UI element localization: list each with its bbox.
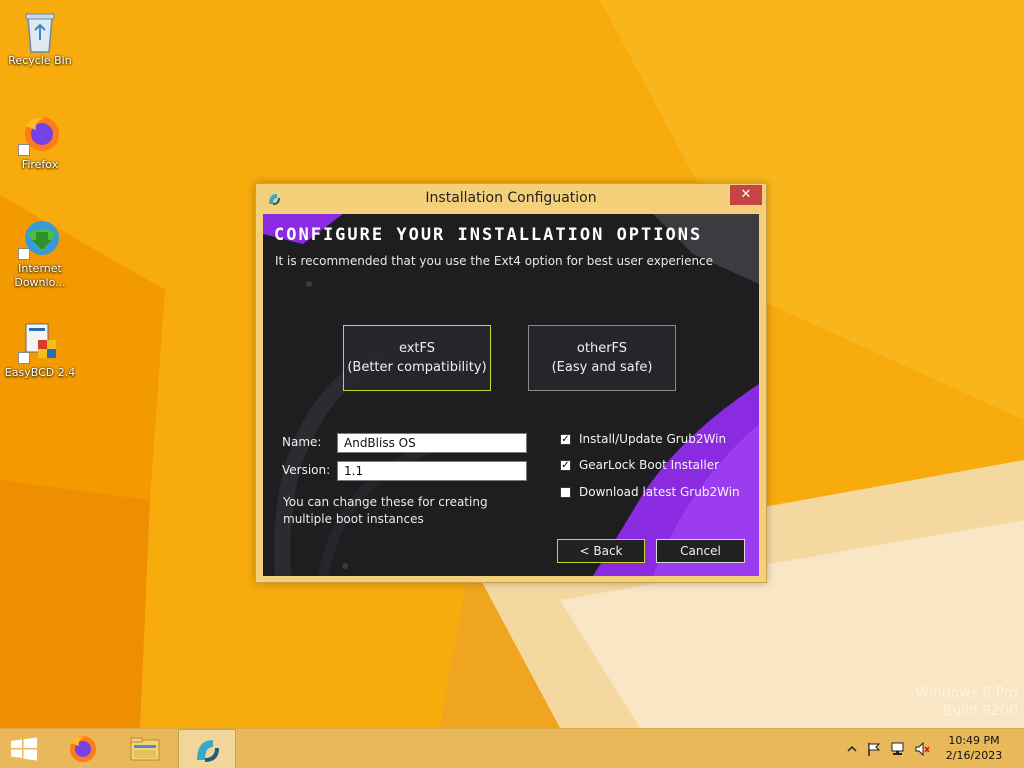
taskbar-installer-app[interactable] bbox=[178, 729, 236, 768]
desktop-icon-firefox[interactable]: Firefox bbox=[2, 112, 78, 172]
back-button[interactable]: < Back bbox=[557, 539, 645, 563]
checkbox-label: GearLock Boot Installer bbox=[579, 458, 720, 472]
name-field[interactable] bbox=[337, 433, 527, 453]
start-button[interactable] bbox=[0, 729, 48, 768]
cancel-button[interactable]: Cancel bbox=[656, 539, 745, 563]
internet-download-manager-icon bbox=[18, 216, 62, 260]
desktop-icon-label: Recycle Bin bbox=[8, 54, 72, 67]
install-grub2win-checkbox[interactable]: ✓ bbox=[560, 434, 571, 445]
dialog-title: Installation Configuation bbox=[425, 190, 597, 206]
clock[interactable]: 10:49 PM 2/16/2023 bbox=[942, 733, 1006, 763]
dialog-titlebar[interactable]: Installation Configuation ✕ bbox=[256, 184, 766, 213]
firefox-icon bbox=[70, 736, 96, 762]
desktop: Recycle Bin Firefox Internet Downlo... E… bbox=[0, 0, 1024, 768]
clock-time: 10:49 PM bbox=[948, 734, 1000, 747]
dialog-content: CONFIGURE YOUR INSTALLATION OPTIONS It i… bbox=[263, 214, 759, 576]
desktop-icon-label: Firefox bbox=[21, 158, 59, 171]
shortcut-arrow-icon bbox=[18, 352, 30, 364]
recycle-bin-icon bbox=[18, 8, 62, 53]
windows-logo-icon bbox=[11, 737, 37, 761]
easybcd-icon bbox=[18, 320, 62, 364]
shortcut-arrow-icon bbox=[18, 144, 30, 156]
version-label: Version: bbox=[282, 463, 331, 477]
shortcut-arrow-icon bbox=[18, 248, 30, 260]
close-button[interactable]: ✕ bbox=[730, 185, 762, 205]
hint-text: You can change these for creating multip… bbox=[283, 495, 488, 526]
desktop-icon-label: Internet Downlo... bbox=[14, 262, 66, 289]
desktop-icon-easybcd[interactable]: EasyBCD 2.4 bbox=[2, 320, 78, 380]
action-center-flag-icon[interactable] bbox=[866, 742, 882, 756]
option-subtitle: (Easy and safe) bbox=[551, 360, 653, 375]
name-label: Name: bbox=[282, 435, 322, 449]
extfs-option-button[interactable]: extFS (Better compatibility) bbox=[343, 325, 491, 391]
watermark-edition: Windows 8 Pro bbox=[915, 685, 1018, 701]
windows-build-watermark: Windows 8 Pro Build 9200 bbox=[915, 684, 1018, 720]
option-subtitle: (Better compatibility) bbox=[347, 360, 487, 375]
taskbar-file-explorer[interactable] bbox=[116, 729, 174, 768]
network-icon[interactable] bbox=[890, 742, 906, 756]
firefox-icon bbox=[18, 112, 62, 156]
installer-app-icon bbox=[197, 740, 219, 762]
system-tray: 10:49 PM 2/16/2023 bbox=[842, 729, 1024, 768]
watermark-build: Build 9200 bbox=[942, 703, 1018, 719]
recommendation-text: It is recommended that you use the Ext4 … bbox=[275, 254, 714, 268]
option-title: extFS bbox=[398, 341, 436, 356]
desktop-icon-recycle-bin[interactable]: Recycle Bin bbox=[2, 8, 78, 68]
option-title: otherFS bbox=[576, 341, 628, 356]
download-grub2win-checkbox[interactable] bbox=[560, 487, 571, 498]
checkbox-label: Install/Update Grub2Win bbox=[579, 432, 727, 446]
clock-date: 2/16/2023 bbox=[945, 749, 1003, 762]
show-hidden-icons-chevron-icon[interactable] bbox=[844, 742, 860, 756]
desktop-icon-internet-download-manager[interactable]: Internet Downlo... bbox=[2, 216, 78, 290]
checkbox-label: Download latest Grub2Win bbox=[579, 485, 740, 499]
page-heading: CONFIGURE YOUR INSTALLATION OPTIONS bbox=[274, 225, 703, 245]
version-field[interactable] bbox=[337, 461, 527, 481]
gearlock-installer-checkbox[interactable]: ✓ bbox=[560, 460, 571, 471]
installation-dialog: Installation Configuation ✕ CONFIGURE YO… bbox=[255, 183, 767, 583]
volume-muted-icon[interactable] bbox=[914, 742, 930, 756]
taskbar-firefox[interactable] bbox=[54, 729, 112, 768]
taskbar: 10:49 PM 2/16/2023 bbox=[0, 728, 1024, 768]
file-explorer-icon bbox=[130, 737, 160, 761]
otherfs-option-button[interactable]: otherFS (Easy and safe) bbox=[528, 325, 676, 391]
desktop-icon-label: EasyBCD 2.4 bbox=[4, 366, 76, 379]
